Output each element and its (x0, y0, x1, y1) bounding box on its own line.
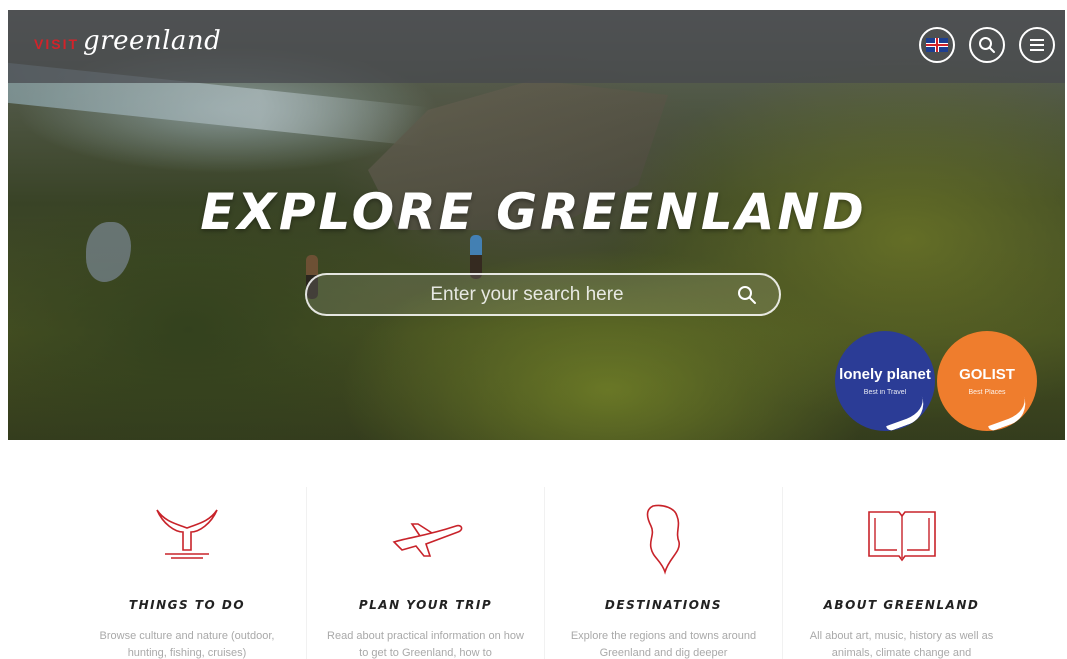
category-cards: THINGS TO DO Browse culture and nature (… (68, 487, 1023, 659)
uk-flag-icon (926, 38, 948, 52)
hero-title: EXPLORE GREENLAND (200, 183, 867, 241)
menu-button[interactable] (1019, 27, 1055, 63)
card-description: Explore the regions and towns around Gre… (570, 630, 757, 659)
search-icon[interactable] (737, 285, 757, 305)
header-actions (919, 27, 1055, 63)
card-destinations[interactable]: DESTINATIONS Explore the regions and tow… (544, 487, 782, 659)
hamburger-menu-icon (1030, 39, 1044, 51)
logo-visit-text: VISIT (34, 36, 80, 52)
card-description: Read about practical information on how … (327, 630, 524, 659)
card-title: ABOUT GREENLAND (823, 598, 980, 612)
badge-title: lonely planet (839, 366, 931, 383)
card-title: DESTINATIONS (604, 598, 723, 612)
card-description: All about art, music, history as well as… (809, 630, 994, 659)
airplane-icon (392, 523, 462, 557)
search-input[interactable] (327, 275, 727, 314)
logo-greenland-text: greenland (83, 26, 222, 56)
card-about-greenland[interactable]: ABOUT GREENLAND All about art, music, hi… (782, 487, 1020, 659)
whale-tail-icon (156, 509, 218, 559)
card-title: PLAN YOUR TRIP (358, 598, 493, 612)
greenland-map-icon (646, 504, 680, 575)
open-book-icon (867, 511, 936, 562)
hero-search-box (305, 273, 781, 316)
language-button[interactable] (919, 27, 955, 63)
card-plan-your-trip[interactable]: PLAN YOUR TRIP Read about practical info… (306, 487, 544, 659)
golist-badge[interactable]: GOLIST Best Places (937, 331, 1037, 431)
card-things-to-do[interactable]: THINGS TO DO Browse culture and nature (… (68, 487, 306, 659)
lonely-planet-badge[interactable]: lonely planet Best in Travel (835, 331, 935, 431)
site-logo[interactable]: VISIT greenland (34, 26, 221, 56)
badge-subtitle: Best in Travel (863, 389, 907, 396)
badge-title: GOLIST (959, 366, 1015, 383)
card-description: Browse culture and nature (outdoor, hunt… (99, 630, 275, 659)
badge-subtitle: Best Places (968, 389, 1006, 396)
card-title: THINGS TO DO (128, 598, 246, 612)
top-navigation-bar: VISIT greenland (8, 10, 1065, 83)
header-search-button[interactable] (969, 27, 1005, 63)
search-icon (979, 37, 995, 53)
